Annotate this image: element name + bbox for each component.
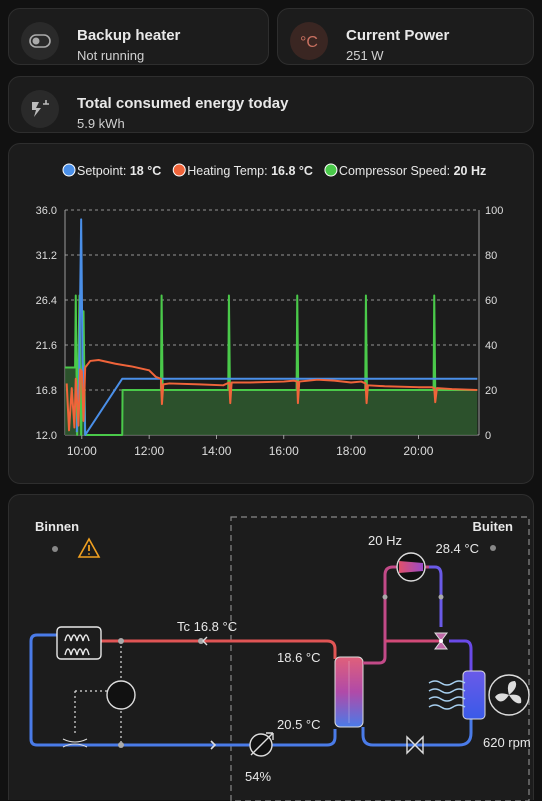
mixing-valve-icon bbox=[249, 732, 274, 757]
x-tick-label: 16:00 bbox=[269, 444, 299, 458]
backup-heater-state: Not running bbox=[77, 48, 145, 63]
y-right-tick-label: 80 bbox=[485, 250, 497, 262]
y-right-tick-label: 40 bbox=[485, 340, 497, 352]
return-temperature: 20.5 °C bbox=[277, 717, 321, 732]
heat-pump-schematic: Binnen Buiten 20 Hz 28.4 °C Tc 16.8 °C 1… bbox=[29, 516, 531, 801]
legend-item[interactable]: Compressor Speed: 20 Hz bbox=[324, 163, 486, 178]
compressor-frequency: 20 Hz bbox=[368, 533, 402, 548]
y-left-tick-label: 21.6 bbox=[36, 340, 57, 352]
circulation-pump-icon bbox=[62, 641, 136, 748]
outdoor-coil-icon bbox=[462, 670, 486, 720]
valve-percentage: 54% bbox=[245, 769, 271, 784]
thermometer-celsius-icon: °C bbox=[290, 22, 328, 60]
x-tick-label: 12:00 bbox=[134, 444, 164, 458]
x-tick-label: 20:00 bbox=[403, 444, 433, 458]
warning-icon[interactable] bbox=[77, 537, 101, 558]
backup-heater-card[interactable]: Backup heater Not running bbox=[8, 8, 269, 65]
current-power-value: 251 W bbox=[346, 48, 384, 63]
current-power-title: Current Power bbox=[346, 27, 450, 44]
compressor-icon bbox=[396, 552, 426, 582]
legend-swatch bbox=[324, 163, 338, 177]
x-tick-label: 18:00 bbox=[336, 444, 366, 458]
tc-temperature: Tc 16.8 °C bbox=[177, 619, 237, 634]
status-dot bbox=[490, 545, 496, 551]
y-right-tick-label: 100 bbox=[485, 205, 503, 217]
lightning-energy-icon bbox=[21, 90, 59, 128]
backup-heater-title: Backup heater bbox=[77, 27, 181, 44]
fan-icon bbox=[488, 674, 530, 716]
y-left-tick-label: 31.2 bbox=[36, 250, 57, 262]
y-right-tick-label: 60 bbox=[485, 295, 497, 307]
indoor-label: Binnen bbox=[35, 519, 79, 534]
legend-item[interactable]: Heating Temp: 16.8 °C bbox=[172, 163, 313, 178]
y-left-tick-label: 36.0 bbox=[36, 205, 57, 217]
legend-swatch bbox=[172, 163, 186, 177]
legend-swatch bbox=[62, 163, 76, 177]
legend-label: Heating Temp: 16.8 °C bbox=[187, 164, 313, 178]
history-chart[interactable]: Setpoint: 18 °C Heating Temp: 16.8 °C Comp… bbox=[9, 144, 533, 483]
x-tick-label: 14:00 bbox=[201, 444, 231, 458]
y-left-tick-label: 26.4 bbox=[36, 295, 57, 307]
y-left-tick-label: 16.8 bbox=[36, 385, 57, 397]
outdoor-label: Buiten bbox=[473, 519, 514, 534]
energy-today-card[interactable]: Total consumed energy today 5.9 kWh bbox=[8, 76, 534, 133]
fan-speed: 620 rpm bbox=[483, 735, 531, 750]
outdoor-unit-boundary bbox=[230, 516, 530, 801]
flow-temperature: 18.6 °C bbox=[277, 650, 321, 665]
airflow-icon bbox=[428, 680, 466, 710]
svg-text:°C: °C bbox=[300, 34, 318, 51]
y-left-tick-label: 12.0 bbox=[36, 430, 57, 442]
energy-today-title: Total consumed energy today bbox=[77, 95, 289, 112]
y-right-tick-label: 0 bbox=[485, 430, 491, 442]
heat-pump-diagram-card: Binnen Buiten 20 Hz 28.4 °C Tc 16.8 °C 1… bbox=[8, 494, 534, 801]
history-chart-card: Setpoint: 18 °C Heating Temp: 16.8 °C Comp… bbox=[8, 143, 534, 484]
x-tick-label: 10:00 bbox=[67, 444, 97, 458]
legend-item[interactable]: Setpoint: 18 °C bbox=[62, 163, 161, 178]
heating-coil-icon bbox=[56, 626, 102, 660]
chart-legend[interactable]: Setpoint: 18 °C Heating Temp: 16.8 °C Comp… bbox=[62, 163, 486, 178]
status-dot bbox=[52, 546, 58, 552]
legend-label: Setpoint: 18 °C bbox=[77, 164, 161, 178]
current-power-card[interactable]: °C Current Power 251 W bbox=[277, 8, 534, 65]
y-right-tick-label: 20 bbox=[485, 385, 497, 397]
energy-today-value: 5.9 kWh bbox=[77, 116, 125, 131]
toggle-off-icon bbox=[21, 22, 59, 60]
outdoor-temperature: 28.4 °C bbox=[435, 541, 479, 556]
legend-label: Compressor Speed: 20 Hz bbox=[339, 164, 486, 178]
